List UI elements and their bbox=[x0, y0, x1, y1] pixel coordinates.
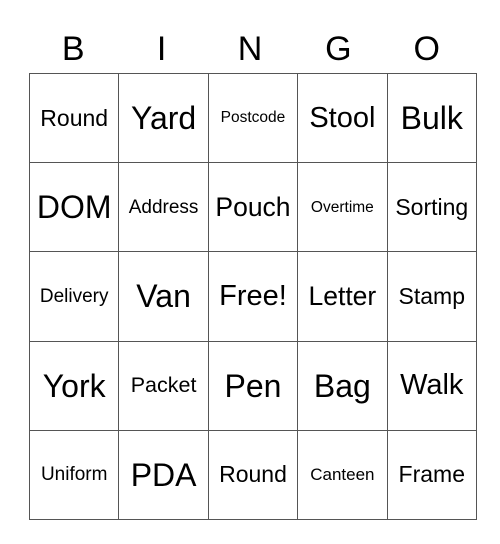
grid-row: DOM Address Pouch Overtime Sorting bbox=[28, 162, 477, 253]
bingo-cell[interactable]: Stamp bbox=[386, 251, 477, 342]
bingo-cell[interactable]: Round bbox=[207, 429, 299, 520]
bingo-cell[interactable]: Pen bbox=[207, 340, 299, 431]
bingo-grid: Round Yard Postcode Stool Bulk DOM Addre… bbox=[28, 72, 477, 520]
header-letter-b: B bbox=[61, 30, 85, 68]
bingo-cell[interactable]: Pouch bbox=[207, 162, 299, 253]
grid-row: Delivery Van Free! Letter Stamp bbox=[28, 251, 477, 342]
bingo-cell[interactable]: PDA bbox=[118, 429, 209, 520]
bingo-cell[interactable]: Delivery bbox=[28, 251, 120, 342]
bingo-cell[interactable]: Sorting bbox=[386, 162, 477, 253]
bingo-cell[interactable]: York bbox=[28, 340, 120, 431]
bingo-cell[interactable]: Canteen bbox=[297, 429, 388, 520]
bingo-cell[interactable]: Letter bbox=[297, 251, 388, 342]
header-letter-g: G bbox=[325, 30, 352, 68]
bingo-cell free-space[interactable]: Free! bbox=[207, 251, 299, 342]
bingo-cell[interactable]: Overtime bbox=[297, 162, 388, 253]
bingo-cell[interactable]: Bulk bbox=[386, 72, 477, 164]
bingo-header: B I N G O bbox=[29, 26, 471, 72]
bingo-cell[interactable]: Van bbox=[118, 251, 209, 342]
bingo-cell[interactable]: Round bbox=[28, 72, 120, 164]
bingo-cell[interactable]: Yard bbox=[118, 72, 209, 164]
header-letter-i: I bbox=[156, 30, 167, 68]
header-letter-n: N bbox=[237, 30, 263, 68]
bingo-cell[interactable]: Walk bbox=[386, 340, 477, 431]
grid-row: York Packet Pen Bag Walk bbox=[28, 340, 477, 431]
grid-row: Uniform PDA Round Canteen Frame bbox=[28, 429, 477, 520]
bingo-cell[interactable]: Stool bbox=[297, 72, 388, 164]
grid-row: Round Yard Postcode Stool Bulk bbox=[28, 72, 477, 164]
bingo-cell[interactable]: Address bbox=[118, 162, 209, 253]
bingo-cell[interactable]: Postcode bbox=[207, 72, 299, 164]
bingo-cell[interactable]: Frame bbox=[386, 429, 477, 520]
bingo-cell[interactable]: Uniform bbox=[28, 429, 120, 520]
bingo-cell[interactable]: Bag bbox=[297, 340, 388, 431]
bingo-cell[interactable]: Packet bbox=[118, 340, 209, 431]
header-letter-o: O bbox=[413, 30, 440, 68]
bingo-cell[interactable]: DOM bbox=[28, 162, 120, 253]
